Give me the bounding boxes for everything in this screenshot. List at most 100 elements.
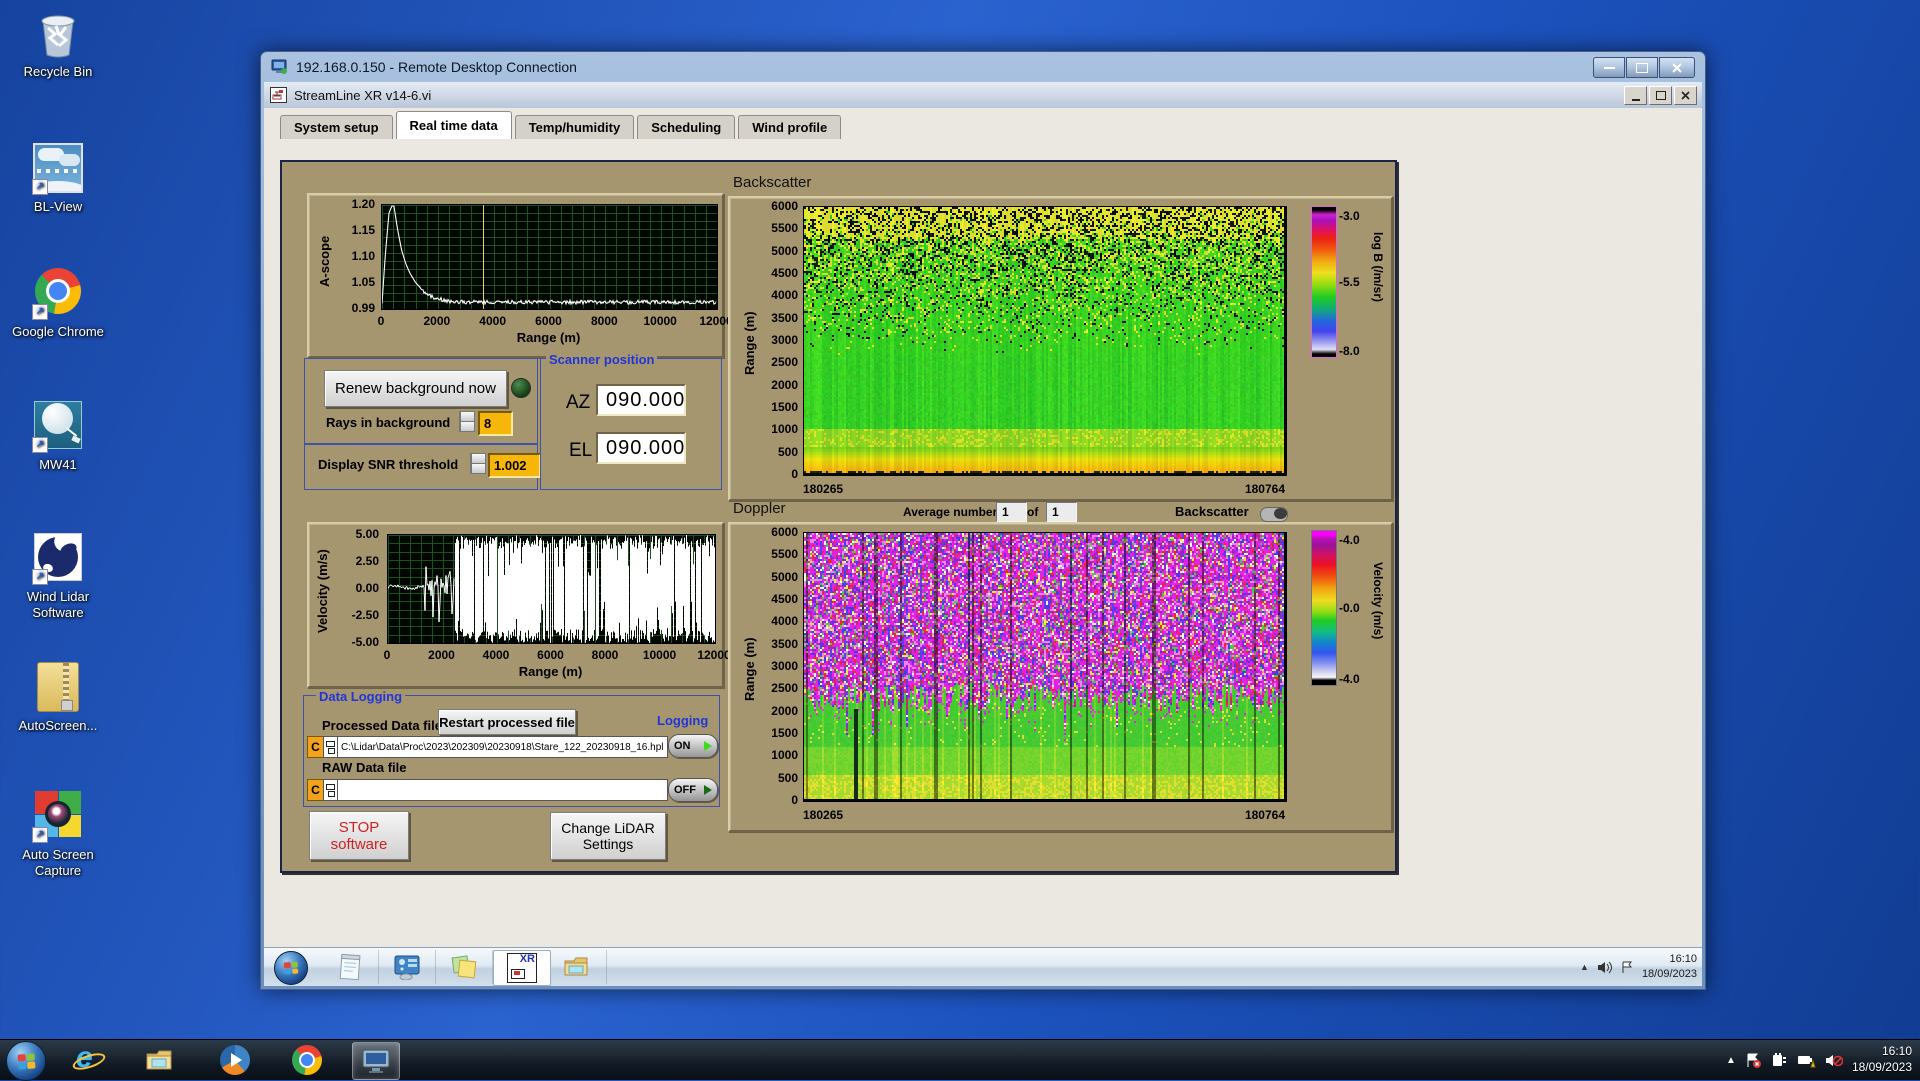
backscatter-toggle-label: Backscatter [1175,504,1249,519]
tray-expand-icon[interactable]: ▲ [1726,1055,1736,1066]
raw-path-field[interactable] [337,779,668,801]
app-minimize-button[interactable] [1624,86,1647,105]
rdp-maximize-button[interactable] [1626,57,1658,78]
taskbar-file-explorer[interactable] [138,1042,184,1078]
tab-scheduling[interactable]: Scheduling [637,115,735,139]
remote-clock[interactable]: 16:10 18/09/2023 [1642,952,1697,982]
desktop-icon-google-chrome[interactable]: ↗Google Chrome [8,265,108,340]
raw-browse-icon[interactable] [323,779,338,801]
rays-stepper[interactable] [459,411,474,432]
doppler-graph-frame: Range (m) 600055005000450040003500300025… [728,522,1393,832]
el-value-field[interactable]: 090.000 [596,432,686,464]
desktop-icon-autoscreen-zip[interactable]: AutoScreen... [8,660,108,734]
on-arrow-icon [704,741,712,751]
volume-muted-icon[interactable] [1825,1053,1843,1068]
tab-temp-humidity[interactable]: Temp/humidity [515,115,634,139]
average-number-field[interactable]: 1 [996,502,1027,522]
desktop-icon-recycle-bin[interactable]: Recycle Bin [8,8,108,80]
doppler-y-tick: 3500 [771,637,798,651]
doppler-colorbar-label: Velocity (m/s) [1371,562,1385,682]
host-clock[interactable]: 16:10 18/09/2023 [1852,1044,1912,1075]
doppler-colorbar-tick: -4.0 [1339,672,1360,686]
ascope-x-tick: 0 [378,314,385,328]
system-tray: ▲ 16:10 18/09/2023 [1726,1040,1912,1080]
backscatter-y-tick: 2500 [771,355,798,369]
rdp-close-button[interactable] [1659,57,1695,78]
rays-value-field[interactable]: 8 [478,411,513,436]
desktop-icon-wind-lidar-software[interactable]: ↗Wind Lidar Software [8,530,108,622]
desktop-icon-auto-screen-capture[interactable]: ↗Auto Screen Capture [8,788,108,880]
remote-task-file-explorer[interactable] [550,950,607,984]
power-plug-icon[interactable] [1771,1052,1788,1068]
windows-flag-icon [284,962,299,975]
remote-task-sticky-notes[interactable] [436,950,493,984]
doppler-y-tick: 2000 [771,704,798,718]
remote-tray-expand-icon[interactable]: ▲ [1580,962,1589,972]
az-value-field[interactable]: 090.000 [596,384,686,416]
snr-value-field[interactable]: 1.002 [488,453,541,478]
data-logging-title: Data Logging [316,689,405,704]
remote-task-notepad[interactable] [322,950,379,984]
processed-path-field[interactable]: C:\Lidar\Data\Proc\2023\202309\20230918\… [337,736,668,758]
velocity-x-axis-label: Range (m) [387,664,714,679]
app-restore-button[interactable] [1649,86,1672,105]
taskbar-remote-desktop-active[interactable] [352,1042,400,1080]
change-lidar-settings-button[interactable]: Change LiDARSettings [550,812,666,860]
remote-tray: ▲ 16:10 18/09/2023 [1580,948,1697,986]
shortcut-arrow-icon: ↗ [32,569,48,585]
taskbar-media-player[interactable] [212,1042,258,1078]
control-panel-icon [393,954,421,980]
processed-drive-button[interactable]: C [307,736,324,758]
processed-browse-icon[interactable] [323,736,338,758]
ascope-x-tick: 6000 [535,314,562,328]
tab-wind-profile[interactable]: Wind profile [738,115,841,139]
app-close-button[interactable] [1674,86,1697,105]
processed-logging-toggle[interactable]: ON [668,734,718,758]
remote-task-control-panel[interactable] [379,950,436,984]
desktop-icon-mw41[interactable]: ↗MW41 [8,398,108,473]
taskbar-chrome[interactable] [284,1042,330,1078]
remote-taskbar: XR ▲ [264,947,1702,986]
google-chrome-icon: ↗ [32,268,84,320]
remote-action-center-icon[interactable] [1620,960,1634,974]
doppler-x-start: 180265 [803,808,843,822]
rdp-minimize-button[interactable] [1593,57,1625,78]
rdp-titlebar[interactable]: 192.168.0.150 - Remote Desktop Connectio… [261,52,1705,82]
ascope-x-ticks: 020004000600080001000012000 [381,314,716,328]
action-center-flag-icon[interactable] [1745,1052,1762,1068]
backscatter-graph-frame: Range (m) 600055005000450040003500300025… [728,196,1393,501]
backscatter-toggle-switch[interactable] [1260,507,1288,522]
internet-explorer-icon: e [72,1045,102,1075]
tab-system-setup[interactable]: System setup [280,115,393,139]
vi-app-icon [270,87,287,103]
renew-background-button[interactable]: Renew background now [324,370,507,407]
scanner-position-box [540,358,722,490]
rdp-client-area: StreamLine XR v14-6.vi System setupReal … [264,82,1702,986]
restart-processed-file-button[interactable]: Restart processed file [438,709,576,735]
battery-warning-icon[interactable] [1797,1052,1816,1068]
desktop-icon-bl-view[interactable]: ↗BL-View [8,140,108,215]
ascope-y-ticks: 1.201.151.101.050.99 [337,204,377,308]
velocity-y-tick: 2.50 [356,554,379,568]
snr-stepper[interactable] [470,453,485,474]
tab-strip: System setupReal time dataTemp/humidityS… [280,112,844,139]
tab-real-time-data[interactable]: Real time data [396,111,512,139]
desktop-icon-label: BL-View [8,199,108,215]
velocity-y-tick: 0.00 [356,581,379,595]
doppler-colorbar [1311,530,1337,686]
doppler-x-ticks: 180265 180764 [803,808,1285,822]
stop-software-button[interactable]: STOPsoftware [309,811,409,860]
remote-start-button[interactable] [274,951,308,985]
average-count-field[interactable]: 1 [1046,502,1077,522]
remote-volume-icon[interactable] [1597,961,1612,974]
raw-drive-button[interactable]: C [307,779,324,801]
taskbar-internet-explorer[interactable]: e [64,1042,110,1078]
doppler-y-tick: 2500 [771,681,798,695]
remote-task-streamline-xr[interactable]: XR [493,950,551,986]
start-button[interactable] [6,1041,46,1081]
raw-logging-toggle[interactable]: OFF [668,778,718,802]
doppler-y-tick: 4500 [771,592,798,606]
rdp-window-icon [271,59,289,75]
backscatter-colorbar-tick: -5.5 [1339,275,1360,289]
app-titlebar[interactable]: StreamLine XR v14-6.vi [264,82,1702,109]
